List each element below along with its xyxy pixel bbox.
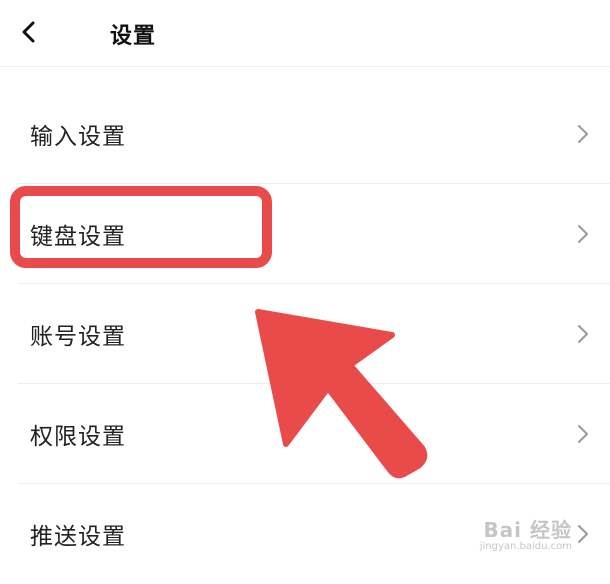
app-header: 设置 bbox=[0, 0, 610, 67]
settings-item-label: 账号设置 bbox=[30, 324, 126, 350]
settings-item-label: 权限设置 bbox=[30, 424, 126, 450]
chevron-right-icon bbox=[578, 525, 588, 543]
chevron-right-icon bbox=[578, 425, 588, 443]
page-title: 设置 bbox=[110, 24, 157, 49]
settings-item-label: 输入设置 bbox=[30, 124, 126, 150]
chevron-right-icon bbox=[578, 325, 588, 343]
settings-item-permissions[interactable]: 权限设置 bbox=[0, 384, 610, 484]
chevron-left-icon bbox=[22, 21, 35, 43]
settings-item-account[interactable]: 账号设置 bbox=[0, 284, 610, 384]
settings-list: 输入设置 键盘设置 账号设置 权限设置 推送设置 bbox=[0, 84, 610, 584]
settings-item-label: 推送设置 bbox=[30, 524, 126, 550]
chevron-right-icon bbox=[578, 125, 588, 143]
settings-item-label: 键盘设置 bbox=[30, 224, 126, 250]
settings-item-input[interactable]: 输入设置 bbox=[0, 84, 610, 184]
settings-item-keyboard[interactable]: 键盘设置 bbox=[0, 184, 610, 284]
chevron-right-icon bbox=[578, 225, 588, 243]
settings-item-push[interactable]: 推送设置 bbox=[0, 484, 610, 584]
back-button[interactable] bbox=[12, 16, 44, 48]
